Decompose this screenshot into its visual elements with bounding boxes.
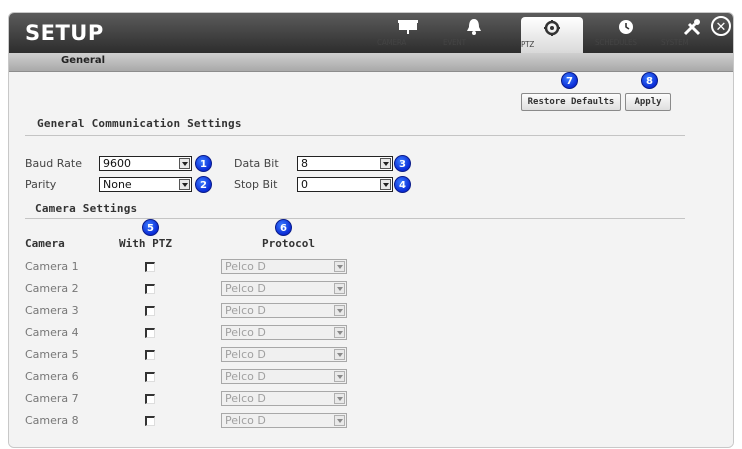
protocol-value: Pelco D — [225, 260, 266, 273]
bell-icon — [467, 19, 481, 35]
with-ptz-checkbox[interactable] — [145, 306, 155, 316]
chevron-down-icon[interactable] — [334, 371, 345, 382]
apply-badge: 8 — [641, 72, 658, 89]
restore-defaults-badge: 7 — [561, 72, 578, 89]
chevron-down-icon[interactable] — [380, 179, 391, 190]
tools-icon — [683, 19, 701, 36]
column-header-camera: Camera — [25, 237, 65, 250]
stop-bit-select[interactable]: 0 — [297, 177, 393, 192]
ptz-icon — [544, 20, 560, 36]
protocol-select[interactable]: Pelco D — [221, 413, 347, 428]
column-header-with-ptz: With PTZ — [119, 237, 172, 250]
clock-icon — [619, 20, 633, 34]
divider — [25, 135, 685, 136]
baud-rate-select[interactable]: 9600 — [99, 156, 192, 171]
protocol-value: Pelco D — [225, 348, 266, 361]
sub-tab-bar: General — [9, 53, 733, 72]
chevron-down-icon[interactable] — [334, 349, 345, 360]
protocol-value: Pelco D — [225, 326, 266, 339]
protocol-value: Pelco D — [225, 392, 266, 405]
camera-name: Camera 1 — [25, 260, 79, 273]
with-ptz-badge: 5 — [142, 219, 159, 236]
nav-event[interactable]: EVENT — [443, 15, 505, 53]
with-ptz-checkbox[interactable] — [145, 416, 155, 426]
with-ptz-checkbox[interactable] — [145, 284, 155, 294]
restore-defaults-button[interactable]: Restore Defaults — [521, 93, 621, 111]
camera-name: Camera 2 — [25, 282, 79, 295]
nav-camera-label: CAMERA — [377, 38, 407, 47]
chevron-down-icon[interactable] — [334, 305, 345, 316]
top-bar: SETUP CAMERA EVENT PTZ SCHEDULES SYSTEM … — [9, 13, 733, 53]
protocol-badge: 6 — [275, 219, 292, 236]
camera-name: Camera 6 — [25, 370, 79, 383]
baud-rate-badge: 1 — [195, 155, 212, 172]
apply-button[interactable]: Apply — [625, 93, 671, 111]
column-header-protocol: Protocol — [262, 237, 315, 250]
protocol-select[interactable]: Pelco D — [221, 281, 347, 296]
camera-settings-title: Camera Settings — [35, 202, 138, 215]
chevron-down-icon[interactable] — [334, 393, 345, 404]
chevron-down-icon[interactable] — [334, 327, 345, 338]
divider — [25, 218, 685, 219]
stop-bit-value: 0 — [301, 178, 308, 191]
data-bit-select[interactable]: 8 — [297, 156, 393, 171]
chevron-down-icon[interactable] — [334, 261, 345, 272]
general-section-title: General Communication Settings — [37, 117, 242, 130]
tab-general[interactable]: General — [61, 55, 105, 66]
protocol-select[interactable]: Pelco D — [221, 347, 347, 362]
chevron-down-icon[interactable] — [380, 158, 391, 169]
protocol-select[interactable]: Pelco D — [221, 369, 347, 384]
data-bit-label: Data Bit — [234, 157, 279, 170]
with-ptz-checkbox[interactable] — [145, 394, 155, 404]
camera-name: Camera 3 — [25, 304, 79, 317]
chevron-down-icon[interactable] — [334, 283, 345, 294]
stop-bit-badge: 4 — [394, 176, 411, 193]
baud-rate-value: 9600 — [103, 157, 131, 170]
protocol-select[interactable]: Pelco D — [221, 303, 347, 318]
protocol-select[interactable]: Pelco D — [221, 391, 347, 406]
chevron-down-icon[interactable] — [334, 415, 345, 426]
with-ptz-checkbox[interactable] — [145, 350, 155, 360]
camera-name: Camera 4 — [25, 326, 79, 339]
chevron-down-icon[interactable] — [179, 158, 190, 169]
stop-bit-label: Stop Bit — [234, 178, 278, 191]
protocol-value: Pelco D — [225, 304, 266, 317]
with-ptz-checkbox[interactable] — [145, 262, 155, 272]
protocol-value: Pelco D — [225, 414, 266, 427]
camera-name: Camera 8 — [25, 414, 79, 427]
parity-select[interactable]: None — [99, 177, 192, 192]
page-title: SETUP — [25, 21, 104, 45]
nav-schedules[interactable]: SCHEDULES — [595, 15, 657, 53]
camera-icon — [398, 20, 418, 34]
camera-name: Camera 7 — [25, 392, 79, 405]
setup-window: SETUP CAMERA EVENT PTZ SCHEDULES SYSTEM … — [8, 12, 734, 448]
nav-event-label: EVENT — [443, 38, 466, 47]
nav-camera[interactable]: CAMERA — [377, 15, 439, 53]
baud-rate-label: Baud Rate — [25, 157, 82, 170]
with-ptz-checkbox[interactable] — [145, 372, 155, 382]
parity-label: Parity — [25, 178, 57, 191]
nav-ptz-label: PTZ — [521, 40, 535, 49]
main-content: 7 8 Restore Defaults Apply General Commu… — [9, 72, 733, 447]
protocol-value: Pelco D — [225, 282, 266, 295]
nav-schedules-label: SCHEDULES — [595, 38, 637, 47]
chevron-down-icon[interactable] — [179, 179, 190, 190]
protocol-select[interactable]: Pelco D — [221, 325, 347, 340]
nav-system-label: SYSTEM — [661, 38, 689, 47]
camera-name: Camera 5 — [25, 348, 79, 361]
parity-badge: 2 — [195, 176, 212, 193]
nav-ptz[interactable]: PTZ — [521, 17, 583, 53]
data-bit-value: 8 — [301, 157, 308, 170]
protocol-select[interactable]: Pelco D — [221, 259, 347, 274]
data-bit-badge: 3 — [394, 155, 411, 172]
parity-value: None — [103, 178, 132, 191]
protocol-value: Pelco D — [225, 370, 266, 383]
close-icon[interactable]: ✕ — [711, 16, 731, 36]
with-ptz-checkbox[interactable] — [145, 328, 155, 338]
